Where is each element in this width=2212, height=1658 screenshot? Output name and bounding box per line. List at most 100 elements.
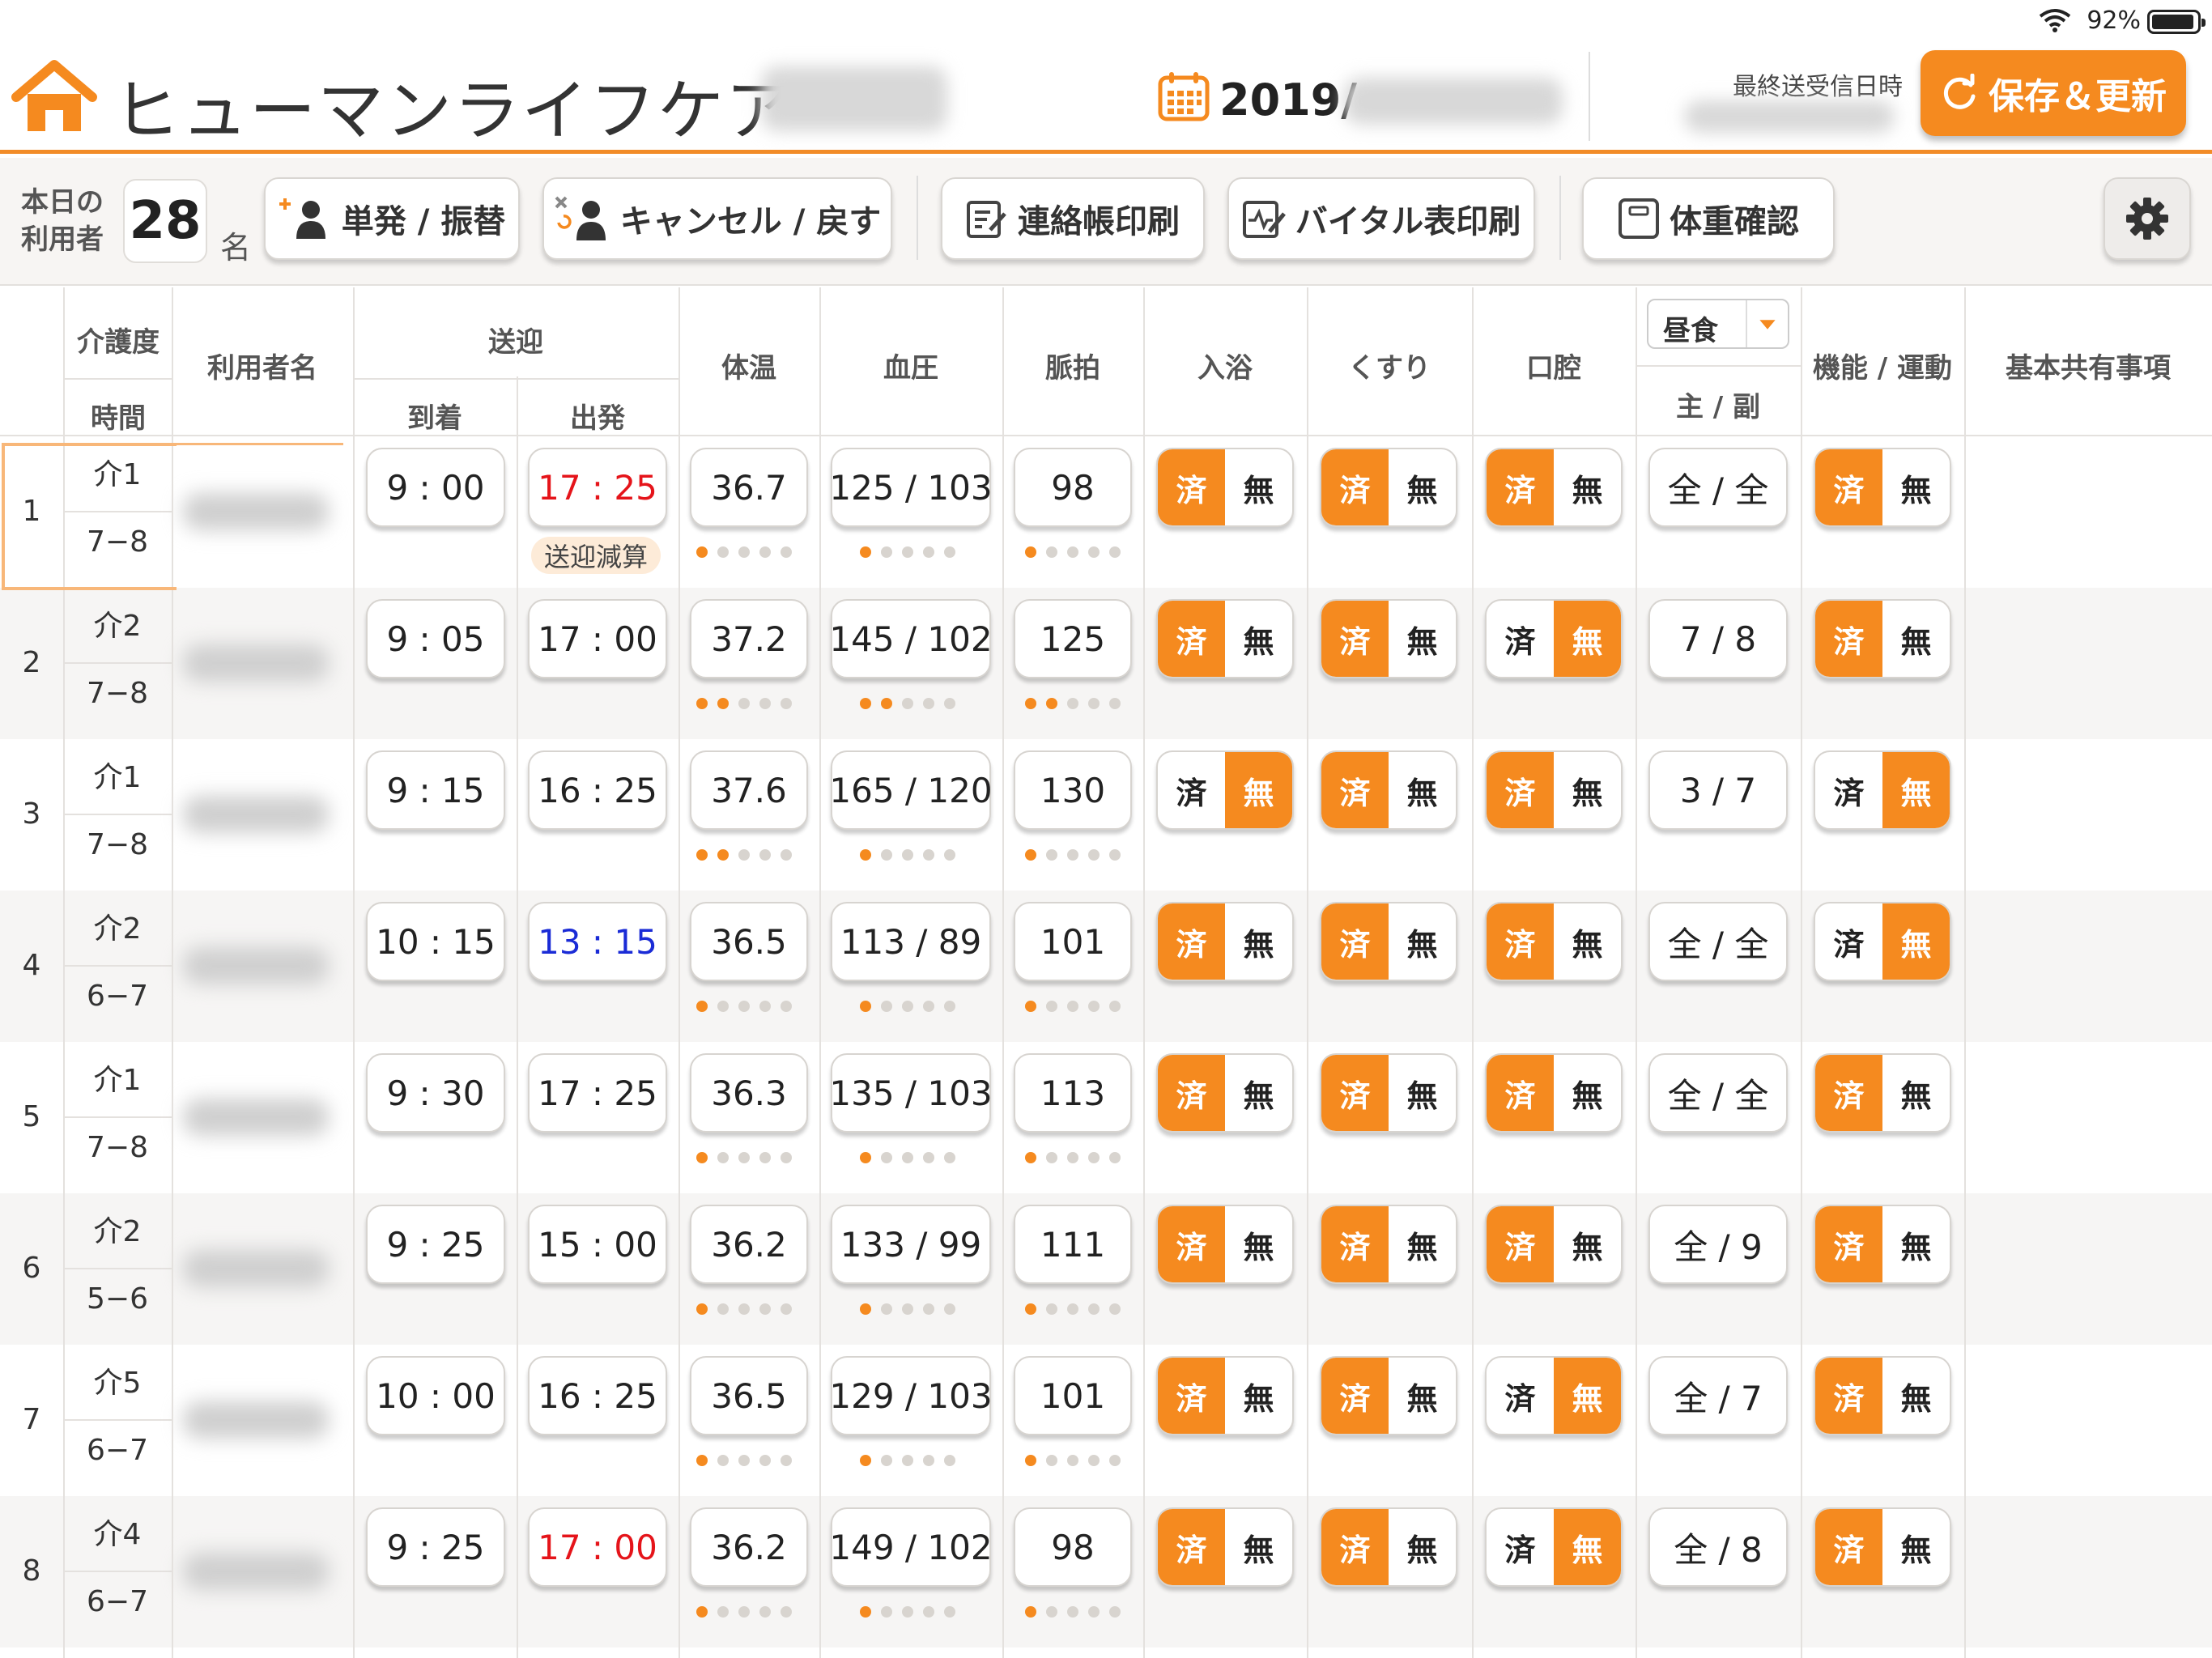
arrive-time[interactable]: 9 : 00 <box>366 448 505 527</box>
done-half[interactable]: 済 <box>1158 752 1225 828</box>
medicine-toggle[interactable]: 済無 <box>1320 1053 1457 1133</box>
temperature[interactable]: 36.5 <box>690 1356 808 1435</box>
done-half[interactable]: 済 <box>1321 1055 1389 1131</box>
function-exercise-toggle[interactable]: 済無 <box>1814 599 1951 678</box>
medicine-toggle[interactable]: 済無 <box>1320 1205 1457 1284</box>
depart-time[interactable]: 17 : 25 <box>528 448 667 527</box>
table-row[interactable]: 3 介1 7−8 9 : 15 16 : 25 37.6 165 / 120 130 済無済無済… <box>0 739 2212 891</box>
table-row[interactable]: 1 介1 7−8 9 : 00 17 : 25 送迎減算 36.7 125 / 103 98 済無… <box>0 436 2212 588</box>
none-half[interactable]: 無 <box>1554 1206 1621 1282</box>
none-half[interactable]: 無 <box>1225 752 1292 828</box>
none-half[interactable]: 無 <box>1389 1206 1456 1282</box>
oral-toggle[interactable]: 済無 <box>1485 599 1623 678</box>
none-half[interactable]: 無 <box>1389 1358 1456 1434</box>
done-half[interactable]: 済 <box>1321 601 1389 677</box>
arrive-time[interactable]: 9 : 25 <box>366 1205 505 1284</box>
none-half[interactable]: 無 <box>1554 1055 1621 1131</box>
oral-toggle[interactable]: 済無 <box>1485 750 1623 830</box>
none-half[interactable]: 無 <box>1389 903 1456 980</box>
meal-select[interactable]: 昼食 <box>1647 299 1789 349</box>
none-half[interactable]: 無 <box>1389 1509 1456 1585</box>
medicine-toggle[interactable]: 済無 <box>1320 902 1457 981</box>
depart-time[interactable]: 16 : 25 <box>528 750 667 830</box>
pulse[interactable]: 113 <box>1014 1053 1132 1133</box>
save-update-button[interactable]: 保存＆更新 <box>1921 50 2186 136</box>
done-half[interactable]: 済 <box>1487 1055 1554 1131</box>
none-half[interactable]: 無 <box>1389 1055 1456 1131</box>
none-half[interactable]: 無 <box>1225 601 1292 677</box>
temperature[interactable]: 36.2 <box>690 1205 808 1284</box>
done-half[interactable]: 済 <box>1815 1206 1882 1282</box>
done-half[interactable]: 済 <box>1321 1509 1389 1585</box>
meal-amount[interactable]: 全 / 全 <box>1648 448 1788 527</box>
none-half[interactable]: 無 <box>1389 752 1456 828</box>
oral-toggle[interactable]: 済無 <box>1485 1507 1623 1587</box>
none-half[interactable]: 無 <box>1554 449 1621 525</box>
cancel-undo-button[interactable]: キャンセル / 戻す <box>542 177 892 260</box>
done-half[interactable]: 済 <box>1487 903 1554 980</box>
done-half[interactable]: 済 <box>1158 1206 1225 1282</box>
depart-time[interactable]: 17 : 00 <box>528 599 667 678</box>
calendar-icon[interactable] <box>1158 71 1210 121</box>
done-half[interactable]: 済 <box>1158 601 1225 677</box>
bath-toggle[interactable]: 済無 <box>1156 448 1294 527</box>
none-half[interactable]: 無 <box>1882 1358 1950 1434</box>
medicine-toggle[interactable]: 済無 <box>1320 750 1457 830</box>
arrive-time[interactable]: 10 : 15 <box>366 902 505 981</box>
date-display[interactable]: 2019/ <box>1219 74 1357 125</box>
pulse[interactable]: 125 <box>1014 599 1132 678</box>
function-exercise-toggle[interactable]: 済無 <box>1814 750 1951 830</box>
none-half[interactable]: 無 <box>1225 903 1292 980</box>
function-exercise-toggle[interactable]: 済無 <box>1814 1507 1951 1587</box>
oral-toggle[interactable]: 済無 <box>1485 1205 1623 1284</box>
temperature[interactable]: 36.7 <box>690 448 808 527</box>
blood-pressure[interactable]: 113 / 89 <box>831 902 991 981</box>
pulse[interactable]: 101 <box>1014 1356 1132 1435</box>
done-half[interactable]: 済 <box>1321 752 1389 828</box>
done-half[interactable]: 済 <box>1158 1509 1225 1585</box>
done-half[interactable]: 済 <box>1321 1358 1389 1434</box>
blood-pressure[interactable]: 125 / 103 <box>829 448 993 527</box>
pulse[interactable]: 130 <box>1014 750 1132 830</box>
print-notebook-button[interactable]: 連絡帳印刷 <box>941 177 1205 260</box>
blood-pressure[interactable]: 135 / 103 <box>829 1053 993 1133</box>
blood-pressure[interactable]: 165 / 120 <box>829 750 993 830</box>
done-half[interactable]: 済 <box>1158 449 1225 525</box>
none-half[interactable]: 無 <box>1882 1206 1950 1282</box>
pulse[interactable]: 98 <box>1014 448 1132 527</box>
pulse[interactable]: 101 <box>1014 902 1132 981</box>
meal-amount[interactable]: 全 / 8 <box>1648 1507 1788 1587</box>
none-half[interactable]: 無 <box>1882 1509 1950 1585</box>
medicine-toggle[interactable]: 済無 <box>1320 1507 1457 1587</box>
none-half[interactable]: 無 <box>1882 903 1950 980</box>
blood-pressure[interactable]: 145 / 102 <box>829 599 993 678</box>
done-half[interactable]: 済 <box>1487 1358 1554 1434</box>
bath-toggle[interactable]: 済無 <box>1156 1356 1294 1435</box>
done-half[interactable]: 済 <box>1815 1055 1882 1131</box>
oral-toggle[interactable]: 済無 <box>1485 902 1623 981</box>
temperature[interactable]: 36.5 <box>690 902 808 981</box>
none-half[interactable]: 無 <box>1225 1206 1292 1282</box>
done-half[interactable]: 済 <box>1321 449 1389 525</box>
blood-pressure[interactable]: 133 / 99 <box>831 1205 991 1284</box>
table-row[interactable]: 8 介4 6−7 9 : 25 17 : 00 36.2 149 / 102 98 済無済無済無… <box>0 1496 2212 1647</box>
weight-check-button[interactable]: 体重確認 <box>1582 177 1835 260</box>
temperature[interactable]: 37.2 <box>690 599 808 678</box>
single-transfer-button[interactable]: 単発 / 振替 <box>264 177 520 260</box>
meal-amount[interactable]: 3 / 7 <box>1648 750 1788 830</box>
bath-toggle[interactable]: 済無 <box>1156 1053 1294 1133</box>
bath-toggle[interactable]: 済無 <box>1156 1507 1294 1587</box>
pulse[interactable]: 98 <box>1014 1507 1132 1587</box>
done-half[interactable]: 済 <box>1815 903 1882 980</box>
none-half[interactable]: 無 <box>1882 601 1950 677</box>
depart-time[interactable]: 17 : 25 <box>528 1053 667 1133</box>
bath-toggle[interactable]: 済無 <box>1156 1205 1294 1284</box>
medicine-toggle[interactable]: 済無 <box>1320 599 1457 678</box>
done-half[interactable]: 済 <box>1815 601 1882 677</box>
depart-time[interactable]: 16 : 25 <box>528 1356 667 1435</box>
arrive-time[interactable]: 9 : 05 <box>366 599 505 678</box>
none-half[interactable]: 無 <box>1882 752 1950 828</box>
none-half[interactable]: 無 <box>1554 601 1621 677</box>
temperature[interactable]: 37.6 <box>690 750 808 830</box>
done-half[interactable]: 済 <box>1158 1358 1225 1434</box>
